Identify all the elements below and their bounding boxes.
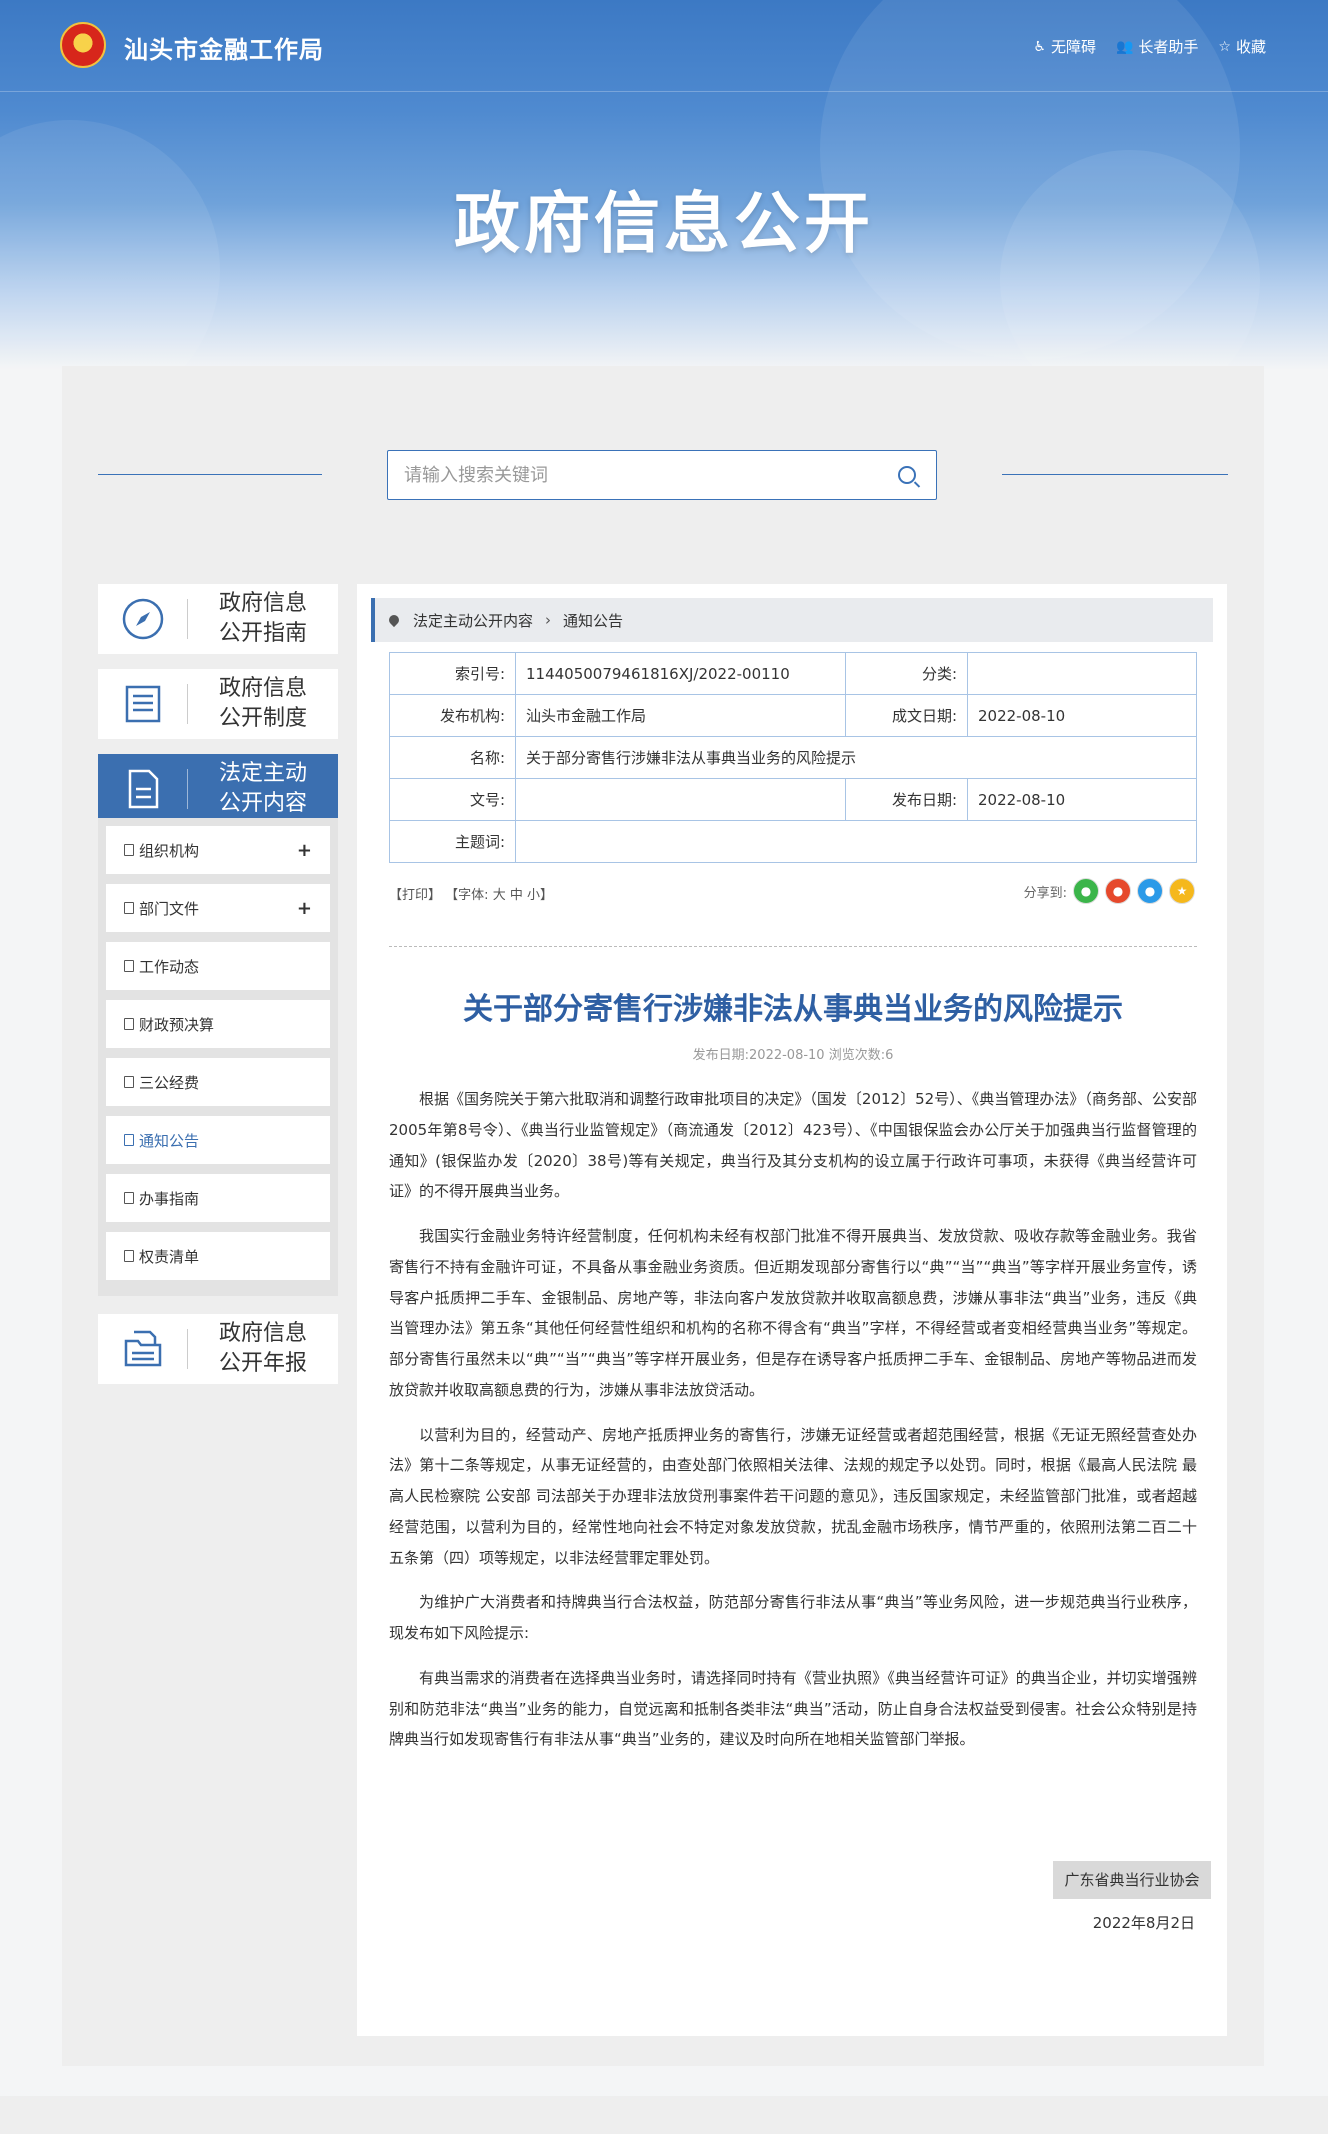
qzone-star-icon[interactable]: ★ [1169,878,1195,904]
qq-icon[interactable]: ● [1137,878,1163,904]
sidebar-label: 政府信息 公开指南 [218,591,307,646]
article-body: 根据《国务院关于第六批取消和调整行政审批项目的决定》（国发〔2012〕52号）、… [389,1084,1197,1769]
location-pin-icon [386,612,402,628]
sidebar-item-annual-report[interactable]: 政府信息 公开年报 [98,1314,338,1384]
document-icon [124,902,134,914]
sidebar-item-system[interactable]: 政府信息 公开制度 [98,669,338,739]
meta-value-published: 2022-08-10 [967,778,1197,821]
list-document-icon [98,669,188,739]
article-paragraph: 我国实行金融业务特许经营制度，任何机构未经有权部门批准不得开展典当、发放贷款、吸… [389,1227,1197,1399]
footer-strip [0,2096,1328,2134]
compass-icon [98,584,188,654]
divider-line-right [1002,474,1228,475]
submenu-item-dept-files[interactable]: 部门文件 + [106,884,330,932]
expand-icon[interactable]: + [297,898,312,919]
meta-value-name: 关于部分寄售行涉嫌非法从事典当业务的风险提示 [515,736,1197,779]
article-title: 关于部分寄售行涉嫌非法从事典当业务的风险提示 [463,992,1123,1027]
meta-label: 成文日期: [845,694,968,737]
document-icon [124,1192,134,1204]
weibo-icon[interactable]: ● [1105,878,1131,904]
sidebar-label: 政府信息 公开年报 [218,1321,307,1376]
search-icon[interactable] [898,466,916,484]
banner-title: 政府信息公开 [454,185,874,262]
search-box [387,450,937,500]
wechat-icon[interactable]: ● [1073,878,1099,904]
document-meta-table: 索引号: 1144050079461816XJ/2022-00110 分类: 发… [389,652,1197,863]
content-container: 政府信息公开指南 政府信息公开制度 法定主动公开内容 组织机构+ 部门文件+ 工… [62,366,1264,2066]
meta-label: 索引号: [389,652,516,695]
meta-value-index: 1144050079461816XJ/2022-00110 [515,652,846,695]
elder-helper-label: 长者助手 [1138,38,1199,56]
meta-label: 名称: [389,736,516,779]
meta-value-org: 汕头市金融工作局 [515,694,846,737]
meta-label: 分类: [845,652,968,695]
header-banner: 汕头市金融工作局 ♿ 无障碍 👥 长者助手 ☆ 收藏 政府信息公开 [0,0,1328,370]
article-paragraph: 为维护广大消费者和持牌典当行合法权益，防范部分寄售行非法从事“典当”等业务风险，… [389,1593,1197,1642]
document-icon [124,844,134,856]
print-button[interactable]: 【打印】 [389,888,441,903]
sidebar-item-guide[interactable]: 政府信息 公开指南 [98,584,338,654]
document-icon [124,1134,134,1146]
top-bar: 汕头市金融工作局 ♿ 无障碍 👥 长者助手 ☆ 收藏 [0,0,1328,92]
breadcrumb-separator: › [545,611,552,629]
article-signer: 广东省典当行业协会 [1053,1861,1211,1899]
meta-label: 文号: [389,778,516,821]
meta-value-created: 2022-08-10 [967,694,1197,737]
meta-label: 主题词: [389,820,516,863]
sidebar-submenu: 组织机构 + 部门文件 + 工作动态 财政预决算 三公经费 通知公告 办事指南 权责… [98,818,338,1296]
meta-value-docno [515,778,846,821]
star-icon: ☆ [1218,38,1231,55]
document-icon [98,754,188,824]
expand-icon[interactable]: + [297,840,312,861]
divider-line-left [98,474,322,475]
article-panel: 法定主动公开内容 › 通知公告 索引号: 1144050079461816XJ/… [357,584,1227,2036]
font-size-label: 【字体: [445,888,489,903]
document-icon [124,1250,134,1262]
favorite-label: 收藏 [1235,38,1266,56]
breadcrumb: 法定主动公开内容 › 通知公告 [371,598,1213,642]
article-tools: 【打印】 【字体: 大 中 小】 [389,884,553,903]
accessibility-label: 无障碍 [1050,38,1096,56]
submenu-item-notices[interactable]: 通知公告 [106,1116,330,1164]
article-paragraph: 有典当需求的消费者在选择典当业务时，请选择同时持有《营业执照》《典当经营许可证》… [389,1668,1197,1749]
breadcrumb-link-notices[interactable]: 通知公告 [563,610,623,631]
meta-label: 发布日期: [845,778,968,821]
share-label: 分享到: [1023,885,1067,901]
submenu-item-budget[interactable]: 财政预决算 [106,1000,330,1048]
elder-helper-button[interactable]: 👥 长者助手 [1116,36,1198,57]
article-pubinfo: 发布日期:2022-08-10 浏览次数:6 [692,1048,894,1063]
submenu-item-three-funds[interactable]: 三公经费 [106,1058,330,1106]
site-name[interactable]: 汕头市金融工作局 [124,30,324,65]
font-small-button[interactable]: 小】 [527,888,553,903]
sidebar-item-statutory[interactable]: 法定主动 公开内容 [98,754,338,824]
national-emblem-logo[interactable] [60,22,106,68]
article-paragraph: 以营利为目的，经营动产、房地产抵质押业务的寄售行，涉嫌无证经营或者超范围经营，根… [389,1425,1197,1567]
submenu-item-news[interactable]: 工作动态 [106,942,330,990]
font-medium-button[interactable]: 中 [510,888,523,903]
header-tools: ♿ 无障碍 👥 长者助手 ☆ 收藏 [1033,36,1266,57]
folder-document-icon [98,1314,188,1384]
search-input[interactable] [388,451,878,499]
sidebar-label: 政府信息 公开制度 [218,676,307,731]
elder-icon: 👥 [1115,38,1134,55]
submenu-item-org[interactable]: 组织机构 + [106,826,330,874]
font-large-button[interactable]: 大 [493,888,506,903]
dashed-divider [389,946,1197,947]
submenu-item-duty-list[interactable]: 权责清单 [106,1232,330,1280]
document-icon [124,1076,134,1088]
meta-value-keywords [515,820,1197,863]
document-icon [124,1018,134,1030]
meta-label: 发布机构: [389,694,516,737]
submenu-item-service-guide[interactable]: 办事指南 [106,1174,330,1222]
accessibility-button[interactable]: ♿ 无障碍 [1033,36,1096,57]
article-sign-date: 2022年8月2日 [1092,1914,1195,1932]
sidebar-label: 法定主动 公开内容 [218,761,307,816]
favorite-button[interactable]: ☆ 收藏 [1218,36,1266,57]
article-paragraph: 根据《国务院关于第六批取消和调整行政审批项目的决定》（国发〔2012〕52号）、… [389,1090,1197,1201]
accessibility-icon: ♿ [1033,38,1046,55]
document-icon [124,960,134,972]
meta-value-category [967,652,1197,695]
share-bar: 分享到: ● ● ● ★ [1024,878,1195,904]
breadcrumb-link-statutory[interactable]: 法定主动公开内容 [413,610,533,631]
